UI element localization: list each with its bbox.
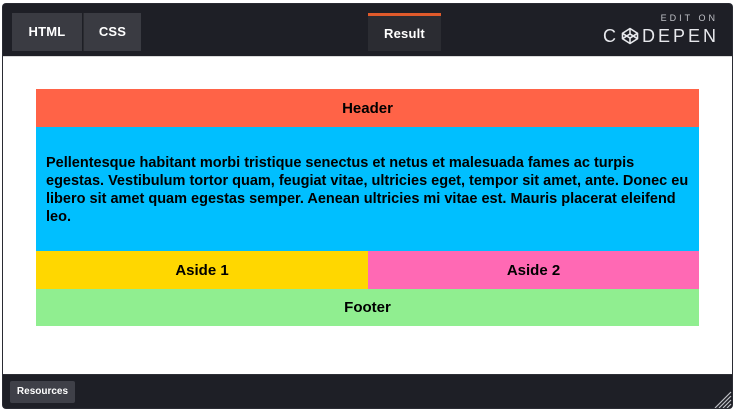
layout-header-label: Header <box>342 99 393 117</box>
brand-name-suffix: DEPEN <box>641 26 719 46</box>
layout-aside-1: Aside 1 <box>36 251 368 289</box>
grid-layout: Header Pellentesque habitant morbi trist… <box>36 89 699 326</box>
layout-footer-label: Footer <box>344 299 391 316</box>
codepen-cube-icon <box>621 27 639 45</box>
codepen-logo-link[interactable]: C DEPEN <box>603 26 719 46</box>
layout-aside-2-label: Aside 2 <box>506 261 561 279</box>
edit-on-label[interactable]: EDIT ON <box>661 13 718 23</box>
brand-name-prefix: C <box>602 26 619 46</box>
tab-result[interactable]: Result <box>368 13 441 51</box>
layout-header: Header <box>36 89 699 127</box>
layout-main-text: Pellentesque habitant morbi tristique se… <box>46 155 689 225</box>
embed-bottom-bar: Resources <box>3 374 732 408</box>
layout-aside-1-label: Aside 1 <box>175 261 229 279</box>
resize-grip-icon[interactable] <box>710 387 732 408</box>
tab-css[interactable]: CSS <box>83 13 141 51</box>
resources-button[interactable]: Resources <box>10 381 75 403</box>
result-pane: Header Pellentesque habitant morbi trist… <box>3 56 732 375</box>
layout-main: Pellentesque habitant morbi tristique se… <box>36 127 699 251</box>
layout-asides: Aside 1 Aside 2 <box>36 251 699 289</box>
layout-footer: Footer <box>36 289 699 326</box>
layout-aside-2: Aside 2 <box>368 251 699 289</box>
tab-html[interactable]: HTML <box>12 13 82 51</box>
codepen-embed: HTML CSS Result EDIT ON C DEPEN Header P… <box>3 4 732 408</box>
embed-top-bar: HTML CSS Result EDIT ON C DEPEN <box>3 4 732 56</box>
